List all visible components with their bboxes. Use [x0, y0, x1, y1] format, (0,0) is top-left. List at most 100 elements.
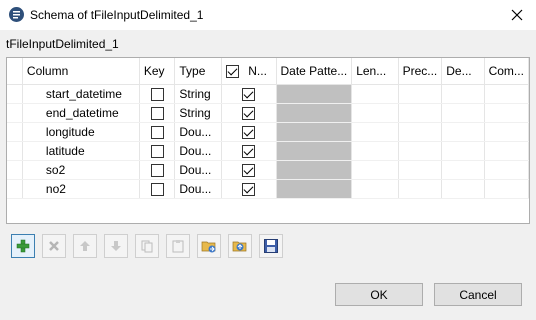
row-index-cell[interactable]: [7, 179, 23, 199]
type-cell[interactable]: Dou...: [174, 160, 222, 180]
cancel-button[interactable]: Cancel: [434, 283, 522, 306]
header-key[interactable]: Key: [139, 58, 176, 85]
type-cell[interactable]: String: [174, 84, 222, 104]
header-date-pattern[interactable]: Date Patte...: [276, 58, 353, 85]
key-checkbox[interactable]: [150, 125, 164, 139]
row-index-cell[interactable]: [7, 122, 23, 142]
key-checkbox[interactable]: [150, 106, 164, 120]
key-checkbox[interactable]: [150, 87, 164, 101]
table-row[interactable]: start_datetime String: [7, 84, 530, 104]
key-cell[interactable]: [139, 160, 176, 180]
date-pattern-cell[interactable]: [276, 122, 353, 142]
comment-cell[interactable]: [484, 122, 530, 142]
comment-cell[interactable]: [484, 103, 530, 123]
comment-cell[interactable]: [484, 179, 530, 199]
default-cell[interactable]: [441, 179, 485, 199]
row-index-cell[interactable]: [7, 103, 23, 123]
row-index-cell[interactable]: [7, 160, 23, 180]
date-pattern-cell[interactable]: [276, 179, 353, 199]
precision-cell[interactable]: [398, 122, 443, 142]
move-up-button[interactable]: [73, 234, 97, 258]
length-cell[interactable]: [351, 84, 399, 104]
column-name-cell[interactable]: no2: [22, 179, 140, 199]
date-pattern-cell[interactable]: [276, 141, 353, 161]
type-cell[interactable]: Dou...: [174, 122, 222, 142]
close-icon[interactable]: [506, 4, 528, 26]
key-cell[interactable]: [139, 103, 176, 123]
default-cell[interactable]: [441, 122, 485, 142]
precision-cell[interactable]: [398, 84, 443, 104]
nullable-cell[interactable]: [221, 179, 277, 199]
default-cell[interactable]: [441, 141, 485, 161]
key-checkbox[interactable]: [150, 144, 164, 158]
table-row[interactable]: so2 Dou...: [7, 160, 530, 180]
column-name-cell[interactable]: start_datetime: [22, 84, 140, 104]
length-cell[interactable]: [351, 160, 399, 180]
add-button[interactable]: [11, 234, 35, 258]
length-cell[interactable]: [351, 103, 399, 123]
table-row[interactable]: latitude Dou...: [7, 141, 530, 161]
nullable-all-checkbox[interactable]: [225, 64, 239, 78]
type-cell[interactable]: String: [174, 103, 222, 123]
length-cell[interactable]: [351, 141, 399, 161]
row-index-cell[interactable]: [7, 141, 23, 161]
date-pattern-cell[interactable]: [276, 103, 353, 123]
table-row[interactable]: no2 Dou...: [7, 179, 530, 199]
import-button[interactable]: [197, 234, 221, 258]
table-row[interactable]: longitude Dou...: [7, 122, 530, 142]
date-pattern-cell[interactable]: [276, 160, 353, 180]
header-default[interactable]: De...: [441, 58, 485, 85]
comment-cell[interactable]: [484, 84, 530, 104]
nullable-checkbox[interactable]: [242, 87, 256, 101]
length-cell[interactable]: [351, 179, 399, 199]
comment-cell[interactable]: [484, 160, 530, 180]
default-cell[interactable]: [441, 103, 485, 123]
nullable-cell[interactable]: [221, 84, 277, 104]
nullable-checkbox[interactable]: [242, 125, 256, 139]
delete-button[interactable]: [42, 234, 66, 258]
key-cell[interactable]: [139, 179, 176, 199]
header-length[interactable]: Len...: [351, 58, 399, 85]
header-comment[interactable]: Com...: [484, 58, 530, 85]
column-name-cell[interactable]: so2: [22, 160, 140, 180]
key-cell[interactable]: [139, 84, 176, 104]
nullable-checkbox[interactable]: [242, 144, 256, 158]
key-cell[interactable]: [139, 141, 176, 161]
length-cell[interactable]: [351, 122, 399, 142]
default-cell[interactable]: [441, 84, 485, 104]
comment-cell[interactable]: [484, 141, 530, 161]
precision-cell[interactable]: [398, 179, 443, 199]
header-precision[interactable]: Prec...: [398, 58, 443, 85]
precision-cell[interactable]: [398, 160, 443, 180]
nullable-checkbox[interactable]: [242, 182, 256, 196]
export-button[interactable]: [228, 234, 252, 258]
type-cell[interactable]: Dou...: [174, 141, 222, 161]
table-row[interactable]: end_datetime String: [7, 103, 530, 123]
nullable-checkbox[interactable]: [242, 106, 256, 120]
column-name-cell[interactable]: longitude: [22, 122, 140, 142]
header-type[interactable]: Type: [174, 58, 222, 85]
date-pattern-cell[interactable]: [276, 84, 353, 104]
save-button[interactable]: [259, 234, 283, 258]
column-name-cell[interactable]: latitude: [22, 141, 140, 161]
nullable-checkbox[interactable]: [242, 163, 256, 177]
key-checkbox[interactable]: [150, 163, 164, 177]
copy-button[interactable]: [135, 234, 159, 258]
column-name-cell[interactable]: end_datetime: [22, 103, 140, 123]
precision-cell[interactable]: [398, 103, 443, 123]
move-down-button[interactable]: [104, 234, 128, 258]
paste-button[interactable]: [166, 234, 190, 258]
nullable-cell[interactable]: [221, 160, 277, 180]
header-column[interactable]: Column: [22, 58, 140, 85]
key-cell[interactable]: [139, 122, 176, 142]
nullable-cell[interactable]: [221, 122, 277, 142]
type-cell[interactable]: Dou...: [174, 179, 222, 199]
ok-button[interactable]: OK: [335, 283, 423, 306]
key-checkbox[interactable]: [150, 182, 164, 196]
default-cell[interactable]: [441, 160, 485, 180]
nullable-cell[interactable]: [221, 141, 277, 161]
precision-cell[interactable]: [398, 141, 443, 161]
nullable-cell[interactable]: [221, 103, 277, 123]
row-index-cell[interactable]: [7, 84, 23, 104]
header-nullable[interactable]: N...: [221, 58, 277, 85]
